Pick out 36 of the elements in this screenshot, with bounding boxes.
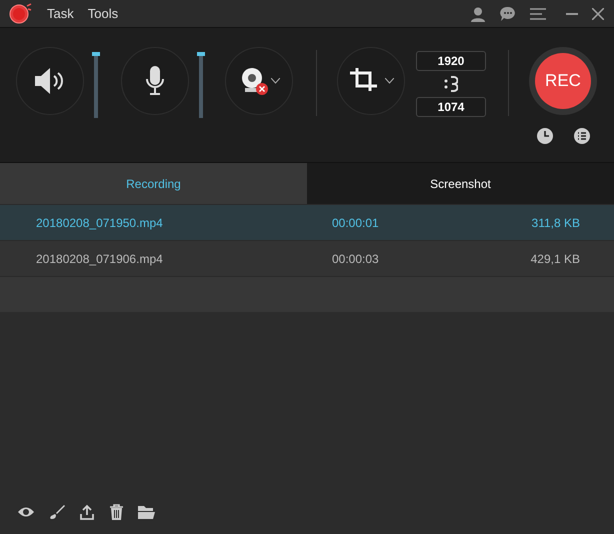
volume-slider[interactable] <box>199 52 203 118</box>
crop-icon <box>348 68 378 94</box>
slider-thumb[interactable] <box>92 52 100 56</box>
list-icon[interactable] <box>574 128 590 144</box>
menu-item[interactable]: Task <box>47 4 74 24</box>
volume-slider[interactable] <box>94 52 98 118</box>
trash-icon[interactable] <box>109 504 124 520</box>
width-field[interactable]: 1920 <box>416 51 486 71</box>
app-logo-icon <box>9 2 33 24</box>
file-duration: 00:00:01 <box>332 214 380 232</box>
minimize-icon[interactable] <box>566 12 578 14</box>
chevron-down-icon <box>270 78 280 84</box>
chat-icon[interactable] <box>500 6 516 22</box>
folder-icon[interactable] <box>138 505 155 519</box>
file-duration: 00:00:03 <box>332 250 380 268</box>
link-icon[interactable] <box>444 75 458 93</box>
slider-thumb[interactable] <box>197 52 205 56</box>
menu-icon[interactable] <box>530 6 546 20</box>
file-row[interactable]: 20180208_071950.mp4 00:00:01 311,8 KB <box>0 204 614 240</box>
brush-icon[interactable] <box>49 504 65 520</box>
file-name: 20180208_071906.mp4 <box>35 250 164 268</box>
tab[interactable]: Recording <box>0 163 307 205</box>
file-name: 20180208_071950.mp4 <box>35 214 164 232</box>
microphone-icon <box>145 66 165 96</box>
file-size: 311,8 KB <box>530 214 580 232</box>
chevron-down-icon <box>384 78 394 84</box>
height-field[interactable]: 1074 <box>416 97 486 117</box>
eye-icon[interactable] <box>17 505 35 519</box>
upload-icon[interactable] <box>79 504 95 520</box>
tab[interactable]: Screenshot <box>307 163 614 205</box>
file-size: 429,1 KB <box>530 250 580 268</box>
user-icon[interactable] <box>470 6 486 22</box>
close-icon[interactable] <box>592 8 604 20</box>
clock-icon[interactable] <box>537 128 553 144</box>
menu-item[interactable]: Tools <box>88 4 118 24</box>
file-row[interactable]: 20180208_071906.mp4 00:00:03 429,1 KB <box>0 240 614 276</box>
